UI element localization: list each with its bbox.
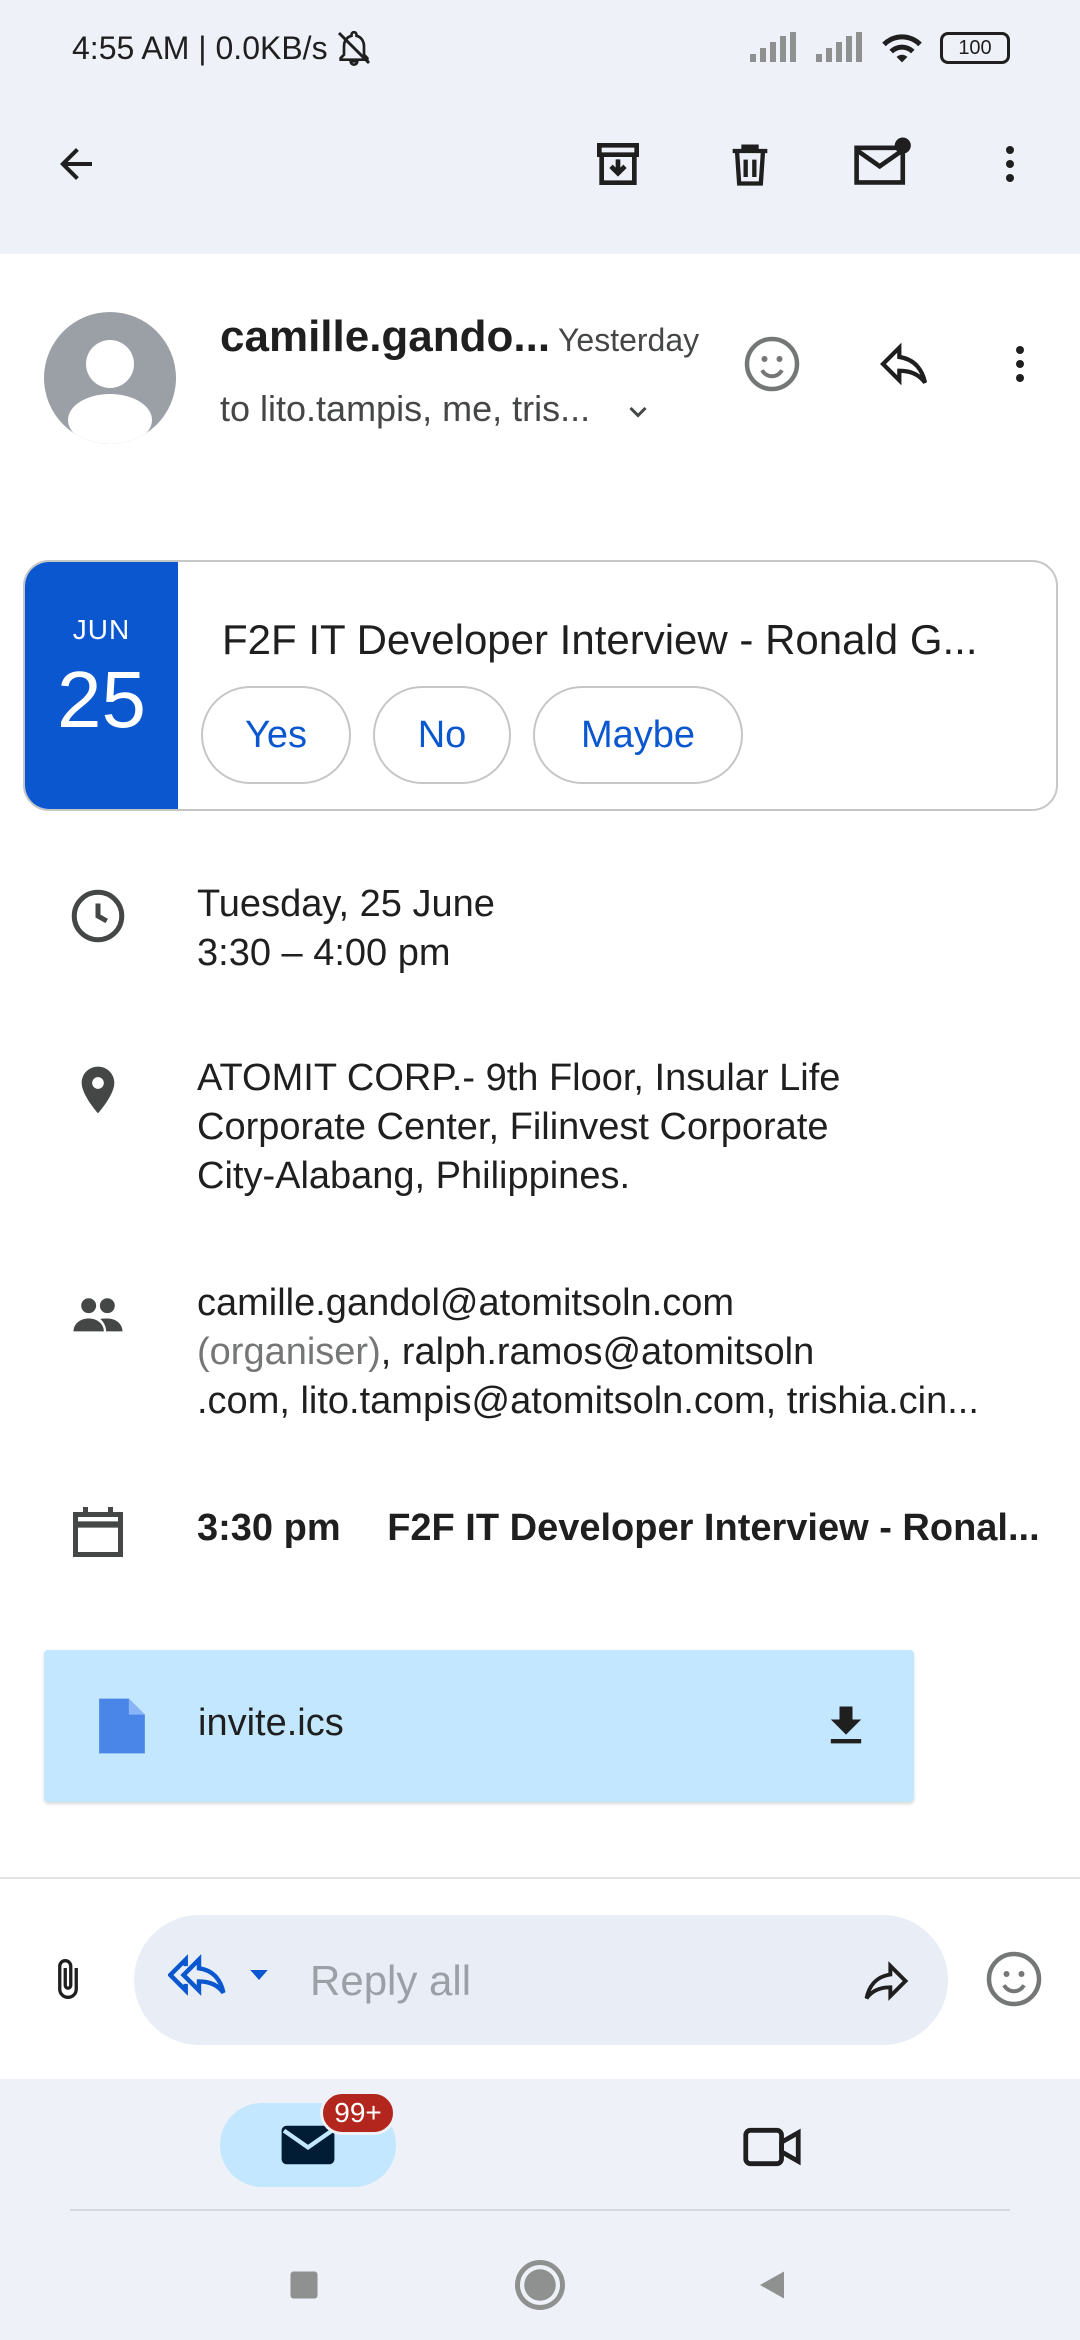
app-bar	[0, 96, 1080, 254]
system-home-button[interactable]	[500, 2245, 580, 2325]
forward-icon	[864, 1961, 909, 2001]
attachment-filename: invite.ics	[198, 1702, 344, 1744]
reply-all-input[interactable]: Reply all	[134, 1915, 948, 2045]
location-line-3: City-Alabang, Philippines.	[197, 1155, 631, 1197]
mail-badge: 99+	[320, 2091, 396, 2135]
agenda-time: 3:30 pm	[197, 1507, 341, 1549]
recipients-text: to lito.tampis, me, tris...	[220, 388, 591, 429]
agenda-text: 3:30 pm F2F IT Developer Interview - Ron…	[197, 1504, 1040, 1553]
delete-button[interactable]	[710, 124, 790, 204]
delete-icon	[732, 144, 768, 186]
download-icon	[830, 1706, 862, 1744]
mark-unread-icon	[854, 137, 911, 185]
forward-button[interactable]	[846, 1941, 926, 2021]
emoji-button[interactable]	[974, 1939, 1054, 2019]
rsvp-yes-button[interactable]: Yes	[201, 686, 351, 784]
location-pin-icon	[62, 1054, 134, 1126]
signal-icon	[750, 32, 796, 62]
react-button[interactable]	[732, 324, 812, 404]
attach-icon	[58, 1959, 78, 1999]
square-icon	[290, 2271, 318, 2299]
wifi-icon	[882, 34, 922, 63]
calendar-icon	[62, 1496, 134, 1568]
archive-icon	[597, 143, 639, 185]
more-vert-icon	[1006, 146, 1014, 182]
battery-level: 100	[958, 36, 992, 59]
event-guests-text[interactable]: camille.gandol@atomitsoln.com (organiser…	[197, 1279, 1037, 1426]
attach-button[interactable]	[28, 1939, 108, 2019]
clock-icon	[62, 880, 134, 952]
bottom-nav: 99+	[0, 2079, 1080, 2340]
home-circle-icon	[515, 2260, 565, 2310]
sender-date: Yesterday	[558, 322, 700, 358]
more-vert-icon	[1016, 346, 1024, 382]
agenda-title: F2F IT Developer Interview - Ronal...	[387, 1507, 1040, 1549]
attachment-chip[interactable]: invite.ics	[44, 1650, 914, 1802]
signal-icon-2	[816, 32, 862, 62]
video-icon	[743, 2127, 801, 2167]
event-time: 3:30 – 4:00 pm	[197, 932, 451, 974]
organiser-tag: (organiser)	[197, 1331, 381, 1373]
person-icon	[68, 340, 152, 444]
back-button[interactable]	[36, 124, 116, 204]
event-time-text: Tuesday, 25 June 3:30 – 4:00 pm	[197, 880, 1037, 978]
event-location-text[interactable]: ATOMIT CORP.- 9th Floor, Insular Life Co…	[197, 1054, 1037, 1201]
system-recents-button[interactable]	[264, 2245, 344, 2325]
dropdown-arrow-icon	[250, 1970, 268, 1980]
status-left: 4:55 AM | 0.0KB/s	[72, 28, 374, 68]
invite-day: 25	[57, 655, 146, 744]
location-line-2: Corporate Center, Filinvest Corporate	[197, 1106, 829, 1148]
guests-line-2-rest: , ralph.ramos@atomitsoln	[380, 1331, 815, 1373]
archive-button[interactable]	[578, 124, 658, 204]
emoji-icon	[744, 336, 800, 392]
people-icon	[62, 1279, 134, 1351]
emoji-icon	[986, 1951, 1042, 2007]
file-icon	[99, 1698, 145, 1754]
location-line-1: ATOMIT CORP.- 9th Floor, Insular Life	[197, 1057, 841, 1099]
rsvp-maybe-button[interactable]: Maybe	[533, 686, 743, 784]
back-arrow-icon	[60, 148, 92, 180]
nav-separator	[70, 2209, 1010, 2211]
reply-placeholder: Reply all	[310, 1957, 472, 2004]
invite-date-block: JUN 25	[25, 562, 178, 809]
guests-line-1: camille.gandol@atomitsoln.com	[197, 1282, 735, 1324]
invite-card: JUN 25 F2F IT Developer Interview - Rona…	[23, 560, 1058, 811]
reply-mode-selector[interactable]	[168, 1947, 274, 2003]
recipients-toggle[interactable]: to lito.tampis, me, tris...	[220, 388, 656, 430]
reply-icon	[880, 342, 928, 386]
download-button[interactable]	[806, 1686, 886, 1766]
sender-header: camille.gando... Yesterday to lito.tampi…	[0, 254, 1080, 504]
rsvp-no-button[interactable]: No	[373, 686, 511, 784]
guests-line-2: (organiser), ralph.ramos@atomitsoln	[197, 1328, 1037, 1377]
event-date: Tuesday, 25 June	[197, 883, 495, 925]
status-right: 100	[748, 30, 1010, 66]
system-back-button[interactable]	[732, 2245, 812, 2325]
status-bar: 4:55 AM | 0.0KB/s 100	[0, 0, 1080, 96]
avatar[interactable]	[44, 312, 176, 444]
more-options-button[interactable]	[970, 124, 1050, 204]
reply-bar: Reply all	[0, 1879, 1080, 2079]
triangle-back-icon	[760, 2271, 784, 2299]
chevron-down-icon	[629, 407, 647, 419]
mark-unread-button[interactable]	[842, 124, 922, 204]
status-time-speed: 4:55 AM | 0.0KB/s	[72, 29, 328, 66]
battery-icon: 100	[940, 32, 1010, 64]
sender-name: camille.gando...	[220, 312, 551, 361]
invite-title[interactable]: F2F IT Developer Interview - Ronald G...	[222, 616, 978, 664]
invite-month: JUN	[72, 614, 131, 645]
mute-icon	[337, 30, 370, 67]
nav-meet-tab[interactable]	[730, 2105, 814, 2189]
reply-button[interactable]	[864, 324, 944, 404]
reply-all-icon	[168, 1954, 226, 1996]
guests-line-3: .com, lito.tampis@atomitsoln.com, trishi…	[197, 1380, 979, 1422]
message-more-button[interactable]	[980, 324, 1060, 404]
